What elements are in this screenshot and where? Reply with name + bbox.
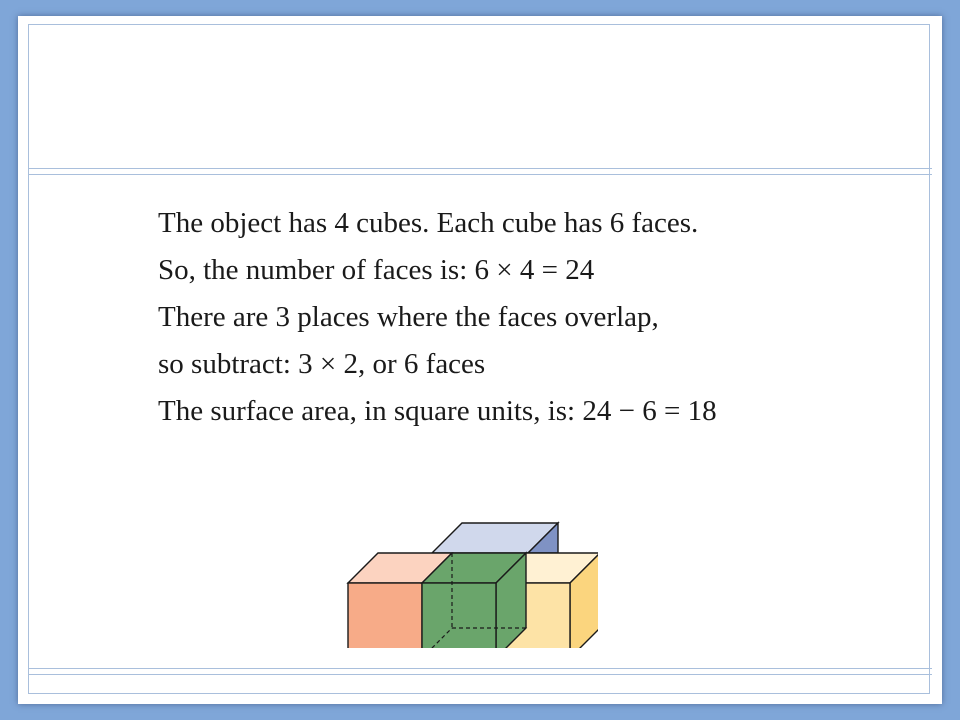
- explanation-line-1: The object has 4 cubes. Each cube has 6 …: [158, 207, 699, 239]
- explanation-line-2: So, the number of faces is: 6 × 4 = 24: [158, 254, 595, 286]
- explanation-line-5: The surface area, in square units, is: 2…: [158, 395, 717, 427]
- header-divider-top: [28, 168, 932, 169]
- header-divider-bottom: [28, 174, 932, 175]
- slide-frame: The object has 4 cubes. Each cube has 6 …: [18, 16, 942, 704]
- explanation-line-4: so subtract: 3 × 2, or 6 faces: [158, 348, 486, 380]
- footer-divider-bottom: [28, 674, 932, 675]
- left-cube-front-face: [347, 582, 423, 648]
- footer-divider-top: [28, 668, 932, 669]
- explanation-line-3: There are 3 places where the faces overl…: [158, 301, 659, 333]
- middle-cube-front-face: [421, 582, 497, 648]
- explanation-text: The object has 4 cubes. Each cube has 6 …: [158, 200, 878, 435]
- cube-figure: [346, 521, 598, 648]
